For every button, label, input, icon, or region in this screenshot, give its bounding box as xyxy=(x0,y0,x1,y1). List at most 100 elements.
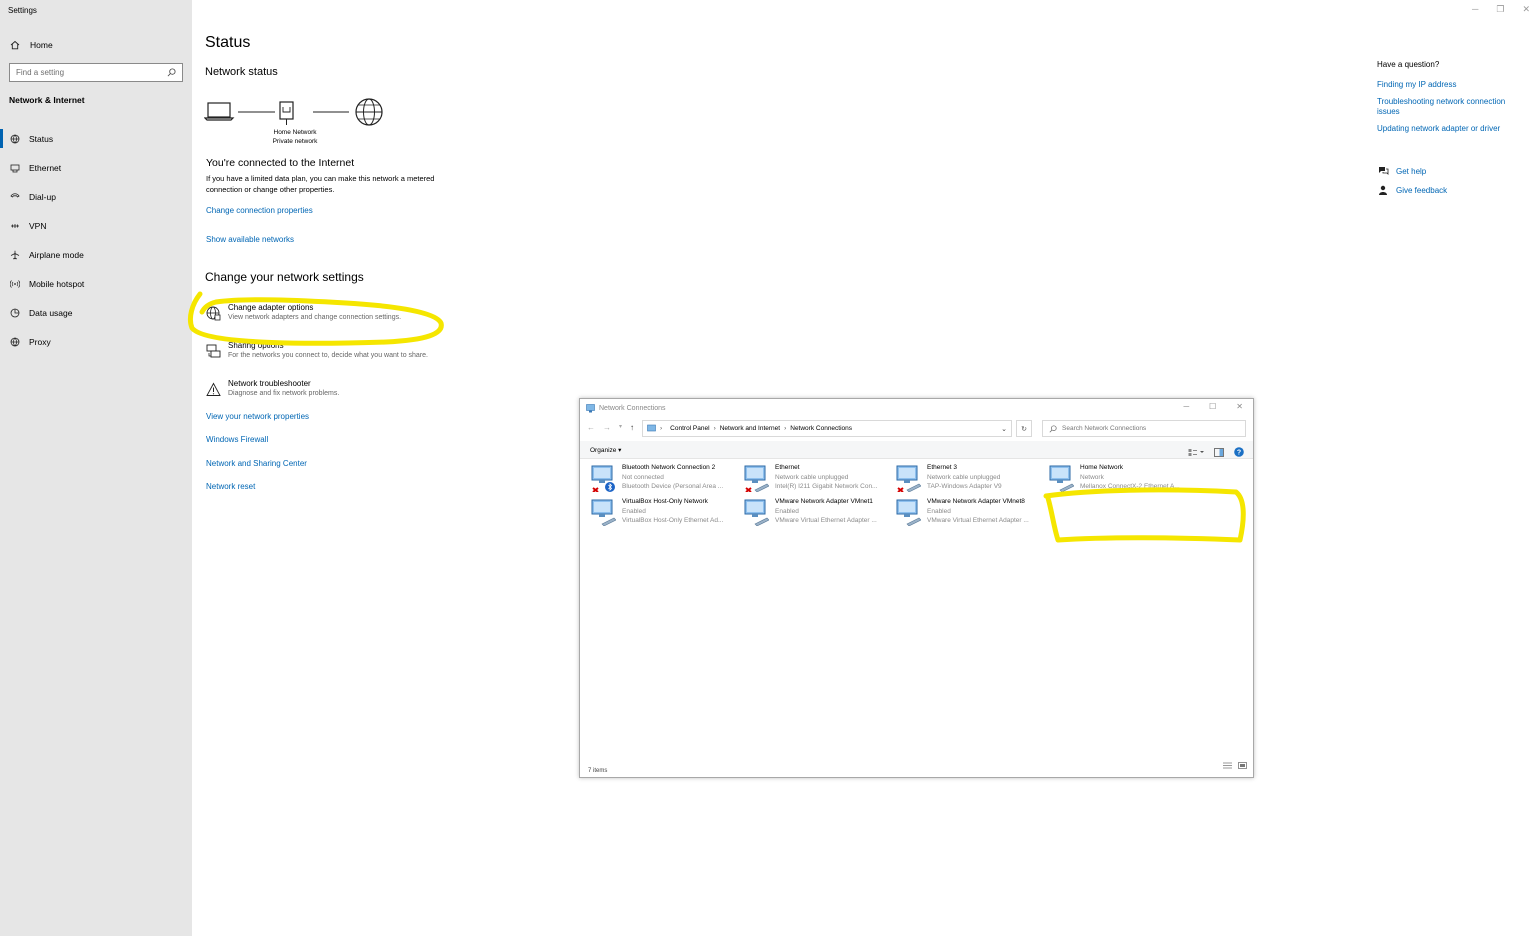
settings-sidebar: Settings Home Network & Internet Status xyxy=(0,0,192,936)
control-panel-icon xyxy=(647,424,656,432)
change-adapter-options[interactable]: Change adapter options View network adap… xyxy=(205,302,475,323)
option-subtitle: View network adapters and change connect… xyxy=(228,314,402,321)
sidebar-item-dialup[interactable]: Dial-up xyxy=(0,182,192,211)
forward-arrow-icon[interactable]: → xyxy=(603,423,611,432)
nc-maximize-button[interactable]: ☐ xyxy=(1209,402,1216,411)
network-adapter-icon xyxy=(896,465,921,492)
up-arrow-icon[interactable]: ↑ xyxy=(630,423,634,432)
network-adapter-icon xyxy=(744,465,769,492)
nc-nav-buttons: ← → ▾ ↑ xyxy=(587,423,634,432)
details-view-icon[interactable] xyxy=(1223,756,1232,774)
get-help-label: Get help xyxy=(1396,166,1427,176)
search-icon[interactable] xyxy=(166,68,176,77)
section-title: Network & Internet xyxy=(9,95,85,105)
organize-menu[interactable]: Organize ▾ xyxy=(590,446,621,454)
search-icon xyxy=(1049,424,1057,432)
adapter-item-virtualbox[interactable]: VirtualBox Host-Only Network Enabled Vir… xyxy=(588,497,736,529)
nc-address-box[interactable]: › Control Panel › Network and Internet ›… xyxy=(642,420,1012,437)
breadcrumb-network-connections[interactable]: Network Connections xyxy=(790,425,852,432)
sidebar-item-label: Status xyxy=(29,133,54,144)
network-adapter-icon xyxy=(744,499,769,526)
sidebar-item-vpn[interactable]: VPN xyxy=(0,211,192,240)
change-view-icon[interactable] xyxy=(1188,444,1204,462)
nc-address-bar-row: ← → ▾ ↑ › Control Panel › Network and In… xyxy=(580,419,1253,439)
nc-titlebar: Network Connections xyxy=(580,399,1253,417)
updating-adapter-link[interactable]: Updating network adapter or driver xyxy=(1377,124,1527,135)
network-troubleshooter[interactable]: Network troubleshooter Diagnose and fix … xyxy=(205,378,475,399)
adapter-item-vmnet1[interactable]: VMware Network Adapter VMnet1 Enabled VM… xyxy=(741,497,889,529)
vpn-icon xyxy=(10,221,20,231)
laptop-icon xyxy=(204,102,235,121)
network-reset-link[interactable]: Network reset xyxy=(206,482,255,491)
network-label: Home Network Private network xyxy=(260,128,330,146)
close-button[interactable]: ✕ xyxy=(1522,4,1530,15)
large-icons-view-icon[interactable] xyxy=(1238,756,1247,774)
adapter-device: VMware Virtual Ethernet Adapter ... xyxy=(775,517,877,524)
sharing-options[interactable]: Sharing options For the networks you con… xyxy=(205,340,475,361)
sidebar-item-label: Dial-up xyxy=(29,191,56,202)
adapter-globe-icon xyxy=(205,305,221,321)
network-connections-icon xyxy=(586,403,595,413)
network-name: Home Network xyxy=(273,129,317,136)
adapter-device: TAP-Windows Adapter V9 xyxy=(927,483,1002,490)
option-title: Change adapter options xyxy=(228,303,314,312)
finding-ip-link[interactable]: Finding my IP address xyxy=(1377,80,1527,91)
connected-heading: You're connected to the Internet xyxy=(206,157,355,169)
sidebar-item-airplane-mode[interactable]: Airplane mode xyxy=(0,240,192,269)
sidebar-item-ethernet[interactable]: Ethernet xyxy=(0,153,192,182)
restore-button[interactable]: ❐ xyxy=(1496,4,1504,15)
adapter-item-bluetooth[interactable]: Bluetooth Network Connection 2 Not conne… xyxy=(588,463,736,495)
minimize-button[interactable]: ─ xyxy=(1472,4,1478,15)
adapter-name: Bluetooth Network Connection 2 xyxy=(622,464,716,471)
change-connection-properties-link[interactable]: Change connection properties xyxy=(206,206,313,215)
sidebar-item-mobile-hotspot[interactable]: Mobile hotspot xyxy=(0,269,192,298)
sidebar-item-label: VPN xyxy=(29,220,47,231)
option-subtitle: For the networks you connect to, decide … xyxy=(228,352,428,359)
adapter-item-home-network[interactable]: Home Network Network Mellanox ConnectX-2… xyxy=(1046,463,1194,495)
give-feedback-link[interactable]: Give feedback xyxy=(1377,185,1447,196)
adapter-item-vmnet8[interactable]: VMware Network Adapter VMnet8 Enabled VM… xyxy=(893,497,1041,529)
sidebar-item-data-usage[interactable]: Data usage xyxy=(0,298,192,327)
adapter-name: VMware Network Adapter VMnet8 xyxy=(927,498,1025,505)
help-icon[interactable]: ? xyxy=(1234,444,1244,462)
nc-title: Network Connections xyxy=(599,404,666,412)
network-connections-window: Network Connections ─ ☐ ✕ ← → ▾ ↑ › Cont… xyxy=(579,398,1254,778)
refresh-button[interactable]: ↻ xyxy=(1016,420,1032,437)
view-network-properties-link[interactable]: View your network properties xyxy=(206,412,309,421)
show-available-networks-link[interactable]: Show available networks xyxy=(206,235,294,244)
sidebar-item-status[interactable]: Status xyxy=(0,124,192,153)
adapter-status: Network xyxy=(1080,473,1104,481)
nc-status-bar: 7 items xyxy=(588,768,608,774)
address-dropdown-icon[interactable]: ⌄ xyxy=(1001,425,1007,433)
get-help-link[interactable]: Get help xyxy=(1377,166,1426,176)
nc-search-box[interactable] xyxy=(1042,420,1246,437)
breadcrumb-network-internet[interactable]: Network and Internet xyxy=(720,425,780,432)
adapter-item-ethernet-3[interactable]: Ethernet 3 Network cable unplugged TAP-W… xyxy=(893,463,1041,495)
refresh-icon: ↻ xyxy=(1021,425,1027,433)
windows-firewall-link[interactable]: Windows Firewall xyxy=(206,435,268,444)
sharing-icon xyxy=(205,343,221,359)
adapter-status: Not connected xyxy=(622,473,664,481)
nc-minimize-button[interactable]: ─ xyxy=(1183,402,1189,411)
sidebar-item-label: Data usage xyxy=(29,307,73,318)
find-setting-input[interactable] xyxy=(16,68,166,77)
breadcrumb-control-panel[interactable]: Control Panel xyxy=(670,425,709,432)
nc-search-input[interactable] xyxy=(1062,425,1232,432)
proxy-globe-icon xyxy=(10,337,20,347)
adapter-item-ethernet[interactable]: Ethernet Network cable unplugged Intel(R… xyxy=(741,463,889,495)
back-arrow-icon[interactable]: ← xyxy=(587,423,595,432)
troubleshooting-link[interactable]: Troubleshooting network connection issue… xyxy=(1377,97,1527,118)
status-globe-icon xyxy=(10,134,20,144)
find-setting-search[interactable] xyxy=(9,63,183,82)
adapter-device: VirtualBox Host-Only Ethernet Ad... xyxy=(622,517,724,524)
nc-close-button[interactable]: ✕ xyxy=(1236,402,1243,411)
page-title: Status xyxy=(205,34,251,51)
recent-chevron-icon[interactable]: ▾ xyxy=(619,423,622,432)
network-sharing-center-link[interactable]: Network and Sharing Center xyxy=(206,459,307,468)
adapter-name: Ethernet xyxy=(775,464,800,471)
warning-icon xyxy=(205,381,221,397)
adapter-status: Enabled xyxy=(622,507,646,515)
home-button[interactable]: Home xyxy=(10,38,53,52)
sidebar-item-proxy[interactable]: Proxy xyxy=(0,327,192,356)
preview-pane-icon[interactable] xyxy=(1214,444,1224,462)
